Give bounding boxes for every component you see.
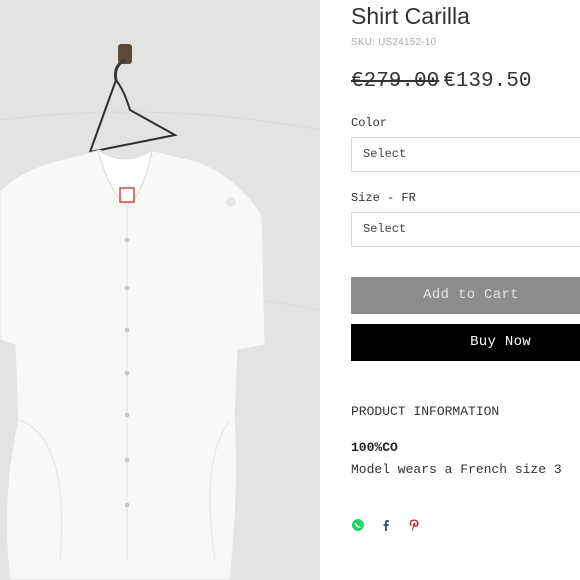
product-photo[interactable] <box>0 0 320 580</box>
shirt-on-hanger-image <box>0 0 320 580</box>
whatsapp-icon[interactable] <box>351 518 365 532</box>
share-links <box>351 518 421 532</box>
buy-now-button[interactable]: Buy Now <box>351 324 580 361</box>
model-size-note: Model wears a French size 3 <box>351 462 562 477</box>
product-sku: SKU: US24152-10 <box>351 37 437 48</box>
product-information-heading: PRODUCT INFORMATION <box>351 404 500 419</box>
product-info-panel: Shirt Carilla SKU: US24152-10 €279.00 €13… <box>351 0 580 580</box>
material-text: 100%CO <box>351 440 398 455</box>
size-label: Size - FR <box>351 191 416 205</box>
add-to-cart-button[interactable]: Add to Cart <box>351 277 580 314</box>
original-price: €279.00 <box>351 70 440 93</box>
facebook-icon[interactable] <box>379 518 393 532</box>
pinterest-icon[interactable] <box>407 518 421 532</box>
price: €279.00 €139.50 <box>351 70 531 93</box>
color-label: Color <box>351 116 388 130</box>
size-select[interactable]: Select <box>351 212 580 247</box>
sale-price: €139.50 <box>443 70 532 93</box>
product-title: Shirt Carilla <box>351 3 470 29</box>
color-select[interactable]: Select <box>351 137 580 172</box>
